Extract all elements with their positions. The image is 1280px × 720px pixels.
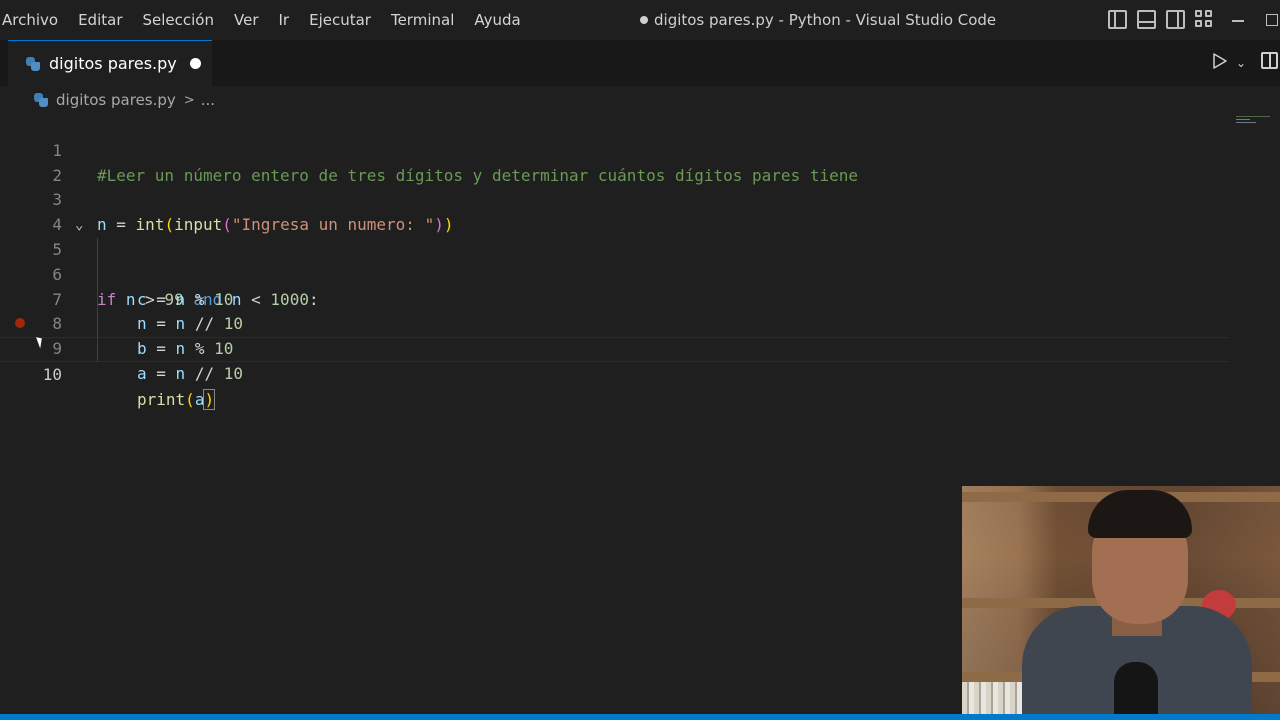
- code-line[interactable]: 1 #Leer un número entero de tres dígitos…: [0, 114, 1230, 185]
- fold-chevron-icon[interactable]: ⌄: [75, 213, 83, 238]
- restore-icon[interactable]: [1266, 14, 1278, 26]
- menu-ayuda[interactable]: Ayuda: [464, 0, 530, 40]
- breadcrumb-more[interactable]: ...: [201, 91, 215, 109]
- breakpoint-icon[interactable]: [15, 318, 25, 328]
- menu-ver[interactable]: Ver: [224, 0, 269, 40]
- code-line[interactable]: 3 n = int(input("Ingresa un numero: ")): [0, 164, 1230, 234]
- code-line[interactable]: 9 a = n // 10: [0, 312, 1230, 383]
- code-line[interactable]: 2: [0, 139, 1230, 185]
- menu-ejecutar[interactable]: Ejecutar: [299, 0, 381, 40]
- minimap[interactable]: [1236, 116, 1272, 130]
- code-text: print(a): [137, 388, 216, 410]
- status-bar: [0, 714, 1280, 720]
- toggle-primary-sidebar-icon[interactable]: [1108, 10, 1127, 29]
- breadcrumb: digitos pares.py > ...: [34, 88, 215, 112]
- run-dropdown-chevron-icon[interactable]: ⌄: [1236, 56, 1246, 70]
- menu-bar: Archivo Editar Selección Ver Ir Ejecutar…: [0, 0, 531, 40]
- code-line[interactable]: 7 n = n // 10: [0, 263, 1230, 334]
- split-editor-icon[interactable]: [1261, 52, 1278, 69]
- code-line[interactable]: 6 c = n % 10: [0, 238, 1230, 309]
- title-bar: Archivo Editar Selección Ver Ir Ejecutar…: [0, 0, 1280, 40]
- code-line-current[interactable]: 10 print(a): [0, 337, 1230, 410]
- layout-controls: [1108, 10, 1214, 29]
- menu-seleccion[interactable]: Selección: [133, 0, 225, 40]
- code-line[interactable]: 8 b = n % 10: [0, 288, 1230, 358]
- menu-terminal[interactable]: Terminal: [381, 0, 464, 40]
- code-text: a = n // 10: [137, 363, 243, 383]
- line-number: 10: [42, 364, 62, 384]
- toggle-panel-icon[interactable]: [1137, 10, 1156, 29]
- menu-editar[interactable]: Editar: [68, 0, 132, 40]
- indent-guide: [97, 238, 98, 362]
- unsaved-changes-icon[interactable]: [189, 58, 201, 69]
- tab-label: digitos pares.py: [49, 54, 177, 73]
- breadcrumb-chevron-icon: >: [183, 92, 195, 108]
- code-line[interactable]: 5 ⌄ if n > 99 and n < 1000:: [0, 213, 1230, 308]
- minimize-icon[interactable]: [1232, 20, 1244, 22]
- webcam-overlay: [962, 486, 1280, 720]
- microphone: [1114, 662, 1158, 720]
- python-file-icon: [34, 93, 48, 107]
- code-line[interactable]: 4: [0, 188, 1230, 234]
- menu-ir[interactable]: Ir: [269, 0, 300, 40]
- unsaved-dot-icon: [640, 16, 648, 24]
- toggle-secondary-sidebar-icon[interactable]: [1166, 10, 1185, 29]
- tab-digitos-pares[interactable]: digitos pares.py: [8, 40, 212, 86]
- breadcrumb-file[interactable]: digitos pares.py: [56, 91, 176, 109]
- tab-bar: digitos pares.py: [0, 40, 1280, 86]
- window-title-text: digitos pares.py - Python - Visual Studi…: [654, 11, 997, 29]
- menu-archivo[interactable]: Archivo: [0, 0, 68, 40]
- customize-layout-icon[interactable]: [1195, 10, 1214, 29]
- window-title: digitos pares.py - Python - Visual Studi…: [640, 0, 996, 40]
- python-file-icon: [26, 56, 40, 71]
- run-icon[interactable]: [1213, 53, 1227, 69]
